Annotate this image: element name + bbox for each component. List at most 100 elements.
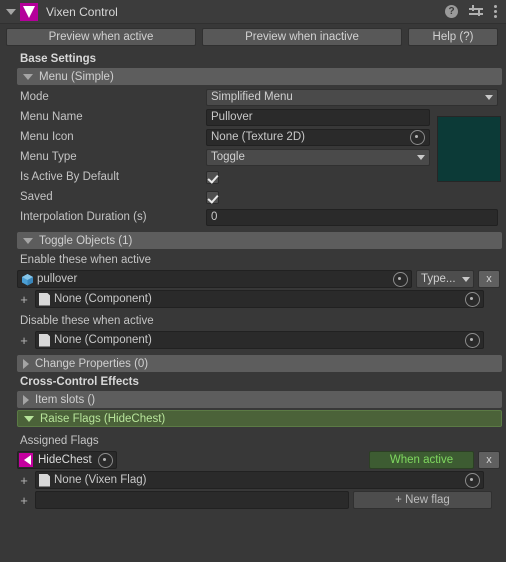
enable-type-dropdown[interactable]: Type... <box>416 270 474 288</box>
add-flag-object-field[interactable]: None (Vixen Flag) <box>35 471 484 489</box>
enable-object-name: pullover <box>37 273 78 285</box>
mode-dropdown[interactable]: Simplified Menu <box>206 88 498 106</box>
foldout-arrow-icon <box>23 394 29 405</box>
change-properties-foldout-label: Change Properties (0) <box>35 357 149 370</box>
gameobject-cube-icon <box>21 273 34 286</box>
menu-icon-value: None (Texture 2D) <box>211 131 305 143</box>
object-picker-icon[interactable] <box>465 472 480 488</box>
raise-flags-foldout-label: Raise Flags (HideChest) <box>40 412 166 425</box>
preset-icon[interactable] <box>469 5 483 18</box>
interpolation-duration-input[interactable]: 0 <box>206 208 498 226</box>
menu-name-row: Menu Name Pullover <box>0 107 506 127</box>
chevron-down-icon <box>485 94 493 100</box>
help-icon[interactable]: ? <box>445 5 458 18</box>
vixen-control-inspector: Vixen Control ? Preview when active Prev… <box>0 0 506 562</box>
enable-type-label: Type... <box>421 273 456 285</box>
component-header: Vixen Control ? <box>0 0 506 24</box>
foldout-arrow-icon <box>23 73 33 80</box>
component-script-icon <box>39 333 50 347</box>
menu-simple-foldout-label: Menu (Simple) <box>39 70 114 83</box>
menu-type-label: Menu Type <box>20 151 77 163</box>
add-enable-entry-button[interactable]: + <box>17 292 31 307</box>
menu-simple-foldout[interactable]: Menu (Simple) <box>17 68 502 85</box>
assigned-flag-name: HideChest <box>38 454 92 466</box>
component-foldout-arrow-icon[interactable] <box>6 8 16 15</box>
foldout-arrow-icon <box>24 415 34 422</box>
kebab-menu-icon[interactable] <box>494 5 497 18</box>
cross-control-effects-heading: Cross-Control Effects <box>20 376 139 388</box>
enable-add-row: + None (Component) <box>0 289 506 309</box>
header-icon-group: ? <box>445 5 497 18</box>
assigned-flag-add-row: + None (Vixen Flag) <box>0 470 506 490</box>
saved-checkbox[interactable] <box>206 190 219 204</box>
preview-toolbar: Preview when active Preview when inactiv… <box>0 24 506 51</box>
assigned-flag-row: HideChest When active x <box>0 450 506 470</box>
preview-when-active-button[interactable]: Preview when active <box>6 28 196 46</box>
new-flag-name-input[interactable] <box>35 491 349 509</box>
interpolation-duration-row: Interpolation Duration (s) 0 <box>0 207 506 227</box>
new-flag-row: + + New flag <box>0 490 506 510</box>
is-active-by-default-row: Is Active By Default <box>0 167 506 187</box>
component-title: Vixen Control <box>46 4 118 19</box>
enable-object-row: pullover Type... x <box>0 269 506 289</box>
toggle-objects-foldout-label: Toggle Objects (1) <box>39 234 133 247</box>
foldout-arrow-icon <box>23 237 33 244</box>
add-flag-entry-button[interactable]: + <box>17 473 31 488</box>
enable-remove-button[interactable]: x <box>478 270 500 288</box>
menu-icon-preview-swatch <box>437 116 501 182</box>
menu-name-input[interactable]: Pullover <box>206 108 430 126</box>
when-active-button[interactable]: When active <box>369 451 474 469</box>
saved-label: Saved <box>20 191 53 203</box>
chevron-down-icon <box>461 276 470 282</box>
vixen-flag-icon <box>19 453 33 467</box>
raise-flags-foldout[interactable]: Raise Flags (HideChest) <box>17 410 502 427</box>
enable-when-active-label: Enable these when active <box>20 254 152 266</box>
disable-add-component-field[interactable]: None (Component) <box>35 331 484 349</box>
object-picker-icon[interactable] <box>410 129 425 145</box>
help-button[interactable]: Help (?) <box>408 28 498 46</box>
menu-type-row: Menu Type Toggle <box>0 147 506 167</box>
component-script-icon <box>39 292 50 306</box>
menu-name-value: Pullover <box>211 111 253 123</box>
menu-icon-label: Menu Icon <box>20 131 74 143</box>
disable-when-active-label: Disable these when active <box>20 315 154 327</box>
menu-type-value: Toggle <box>211 151 245 163</box>
assigned-flags-heading: Assigned Flags <box>20 435 99 447</box>
enable-add-component-field[interactable]: None (Component) <box>35 290 484 308</box>
new-flag-button[interactable]: + New flag <box>353 491 492 509</box>
change-properties-foldout[interactable]: Change Properties (0) <box>17 355 502 372</box>
object-picker-icon[interactable] <box>97 452 113 468</box>
menu-type-dropdown[interactable]: Toggle <box>206 148 430 166</box>
is-active-by-default-label: Is Active By Default <box>20 171 120 183</box>
mode-row: Mode Simplified Menu <box>0 87 506 107</box>
enable-object-field[interactable]: pullover <box>17 270 412 288</box>
is-active-by-default-checkbox[interactable] <box>206 170 219 184</box>
base-settings-heading: Base Settings <box>20 53 97 65</box>
interpolation-duration-label: Interpolation Duration (s) <box>20 211 147 223</box>
add-disable-entry-button[interactable]: + <box>17 333 31 348</box>
toggle-objects-foldout[interactable]: Toggle Objects (1) <box>17 232 502 249</box>
menu-icon-row: Menu Icon None (Texture 2D) <box>0 127 506 147</box>
enable-add-component-value: None (Component) <box>54 293 152 305</box>
item-slots-foldout[interactable]: Item slots () <box>17 391 502 408</box>
preview-when-inactive-button[interactable]: Preview when inactive <box>202 28 402 46</box>
chevron-down-icon <box>417 154 425 160</box>
foldout-arrow-icon <box>23 358 29 369</box>
interpolation-duration-value: 0 <box>211 211 218 223</box>
menu-name-label: Menu Name <box>20 111 83 123</box>
assigned-flag-remove-button[interactable]: x <box>478 451 500 469</box>
item-slots-foldout-label: Item slots () <box>35 393 96 406</box>
object-picker-icon[interactable] <box>465 332 480 348</box>
menu-icon-object-field[interactable]: None (Texture 2D) <box>206 128 430 146</box>
mode-label: Mode <box>20 91 49 103</box>
assigned-flag-chip[interactable]: HideChest <box>17 451 117 469</box>
component-script-icon <box>39 473 50 487</box>
object-picker-icon[interactable] <box>465 291 480 307</box>
disable-add-row: + None (Component) <box>0 330 506 350</box>
add-new-flag-button[interactable]: + <box>17 493 31 508</box>
add-flag-value: None (Vixen Flag) <box>54 474 147 486</box>
object-picker-icon[interactable] <box>393 271 408 287</box>
vixen-logo-icon <box>20 2 38 21</box>
mode-value: Simplified Menu <box>211 91 293 103</box>
saved-row: Saved <box>0 187 506 207</box>
